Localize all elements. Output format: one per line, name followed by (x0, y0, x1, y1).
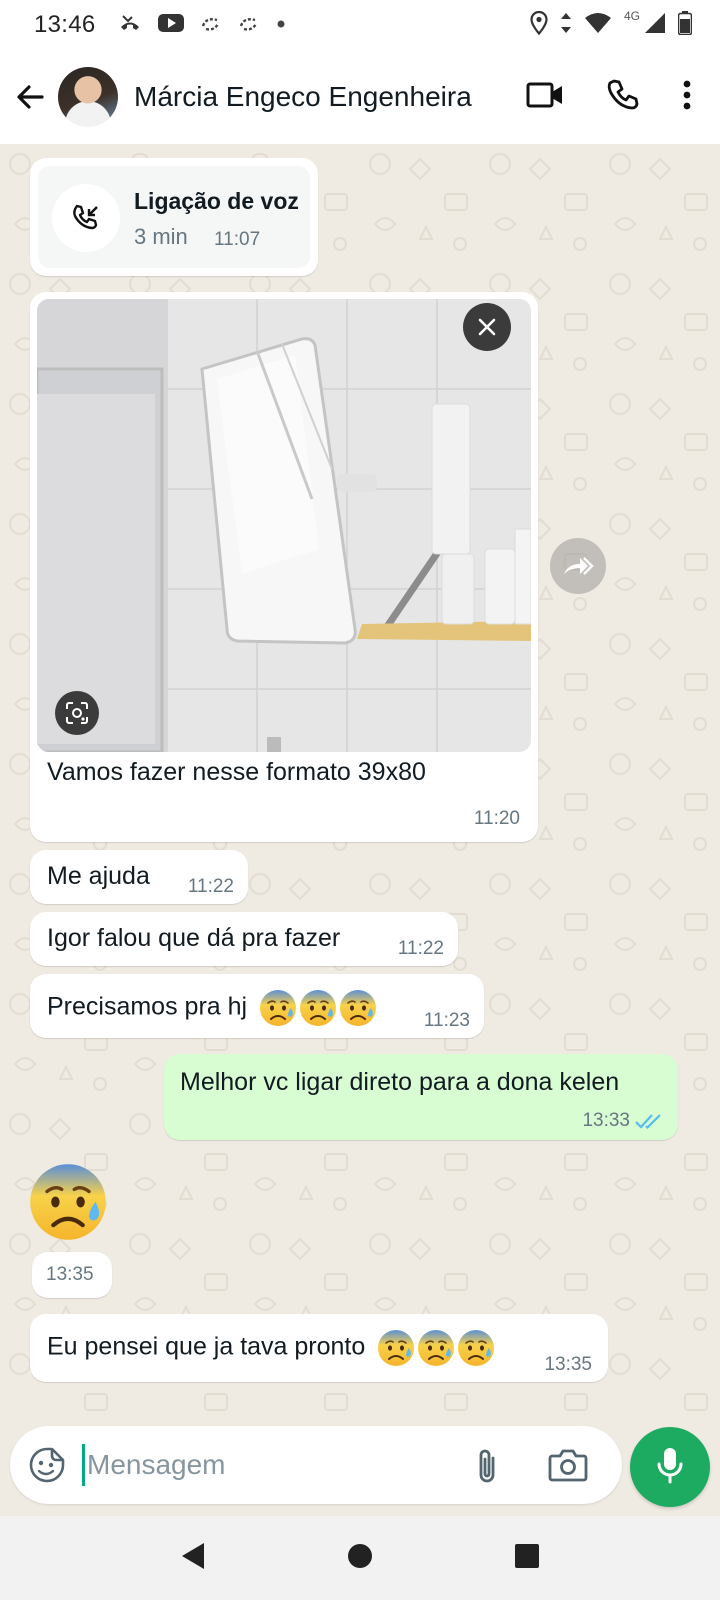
message-body: Me ajuda (47, 862, 150, 890)
shared-photo[interactable] (37, 299, 531, 752)
message-time: 13:35 (46, 1264, 94, 1285)
message-body: Melhor vc ligar direto para a dona kelen (180, 1068, 620, 1096)
status-time: 13:46 (34, 11, 96, 38)
message-outgoing[interactable]: Melhor vc ligar direto para a dona kelen… (164, 1054, 678, 1140)
nav-home-icon[interactable] (346, 1542, 374, 1575)
battery-icon (677, 10, 693, 40)
message-time-chip: 13:35 (32, 1252, 112, 1298)
close-icon[interactable] (463, 303, 511, 351)
message-body: Eu pensei que ja tava pronto (47, 1332, 366, 1361)
message-time: 11:22 (187, 876, 234, 897)
message-time: 13:35 (544, 1354, 592, 1375)
youtube-icon (157, 13, 184, 38)
message-body: Igor falou que dá pra fazer (47, 924, 341, 952)
sync-icon (200, 14, 222, 37)
read-ticks-icon (634, 1112, 664, 1135)
chat-area[interactable]: Ligação de voz 3 min 11:07 Vamos fazer n… (0, 144, 720, 1412)
nav-recents-icon[interactable] (513, 1542, 541, 1575)
image-caption: Vamos fazer nesse formato 39x80 (47, 758, 426, 786)
wifi-icon (584, 12, 612, 39)
message-text[interactable]: Eu pensei que ja tava pronto 13:35 (30, 1314, 608, 1382)
missed-call-icon (118, 14, 142, 37)
signal-icon (644, 12, 666, 39)
forward-icon[interactable] (550, 538, 606, 594)
message-image[interactable]: Vamos fazer nesse formato 39x80 11:20 (30, 292, 538, 842)
network-type: 4G (623, 9, 640, 23)
more-vert-icon[interactable] (682, 79, 692, 116)
mic-icon (655, 1446, 685, 1489)
message-input[interactable] (82, 1444, 462, 1486)
data-arrows-icon (560, 12, 572, 39)
anxious-face-emoji (258, 993, 378, 1021)
message-body: Precisamos pra hj (47, 992, 248, 1021)
message-time: 11:23 (423, 1010, 470, 1031)
composer-bar (0, 1412, 720, 1516)
composer (10, 1426, 622, 1504)
message-time: 11:22 (397, 938, 444, 959)
anxious-face-emoji[interactable] (26, 1160, 110, 1244)
attach-icon[interactable] (474, 1446, 500, 1491)
sticker-icon[interactable] (28, 1446, 66, 1489)
status-bar: 13:46 4G (0, 0, 720, 50)
incoming-call-icon (52, 184, 120, 252)
camera-icon[interactable] (548, 1448, 588, 1487)
call-title: Ligação de voz (134, 188, 299, 214)
avatar[interactable] (58, 67, 118, 127)
chat-header: Márcia Engeco Engenheira (0, 50, 720, 144)
message-text[interactable]: Precisamos pra hj 11:23 (30, 974, 484, 1038)
message-time: 11:07 (214, 229, 261, 250)
location-icon (530, 10, 548, 40)
video-call-icon[interactable] (526, 80, 564, 115)
message-text[interactable]: Me ajuda 11:22 (30, 850, 248, 904)
message-call[interactable]: Ligação de voz 3 min 11:07 (30, 158, 318, 276)
message-text[interactable]: Igor falou que dá pra fazer 11:22 (30, 912, 458, 966)
back-arrow-icon[interactable] (10, 77, 50, 117)
anxious-face-emoji (376, 1333, 496, 1361)
message-time: 13:33 (582, 1110, 630, 1131)
message-time: 11:20 (473, 808, 520, 829)
dot-icon (276, 16, 286, 34)
nav-back-icon[interactable] (179, 1541, 207, 1576)
call-duration: 3 min (134, 224, 188, 249)
sync-icon (238, 14, 260, 37)
system-nav-bar (0, 1516, 720, 1600)
lens-search-icon[interactable] (55, 691, 99, 735)
mic-button[interactable] (630, 1427, 710, 1507)
contact-name[interactable]: Márcia Engeco Engenheira (134, 81, 472, 113)
voice-call-icon[interactable] (606, 78, 640, 117)
